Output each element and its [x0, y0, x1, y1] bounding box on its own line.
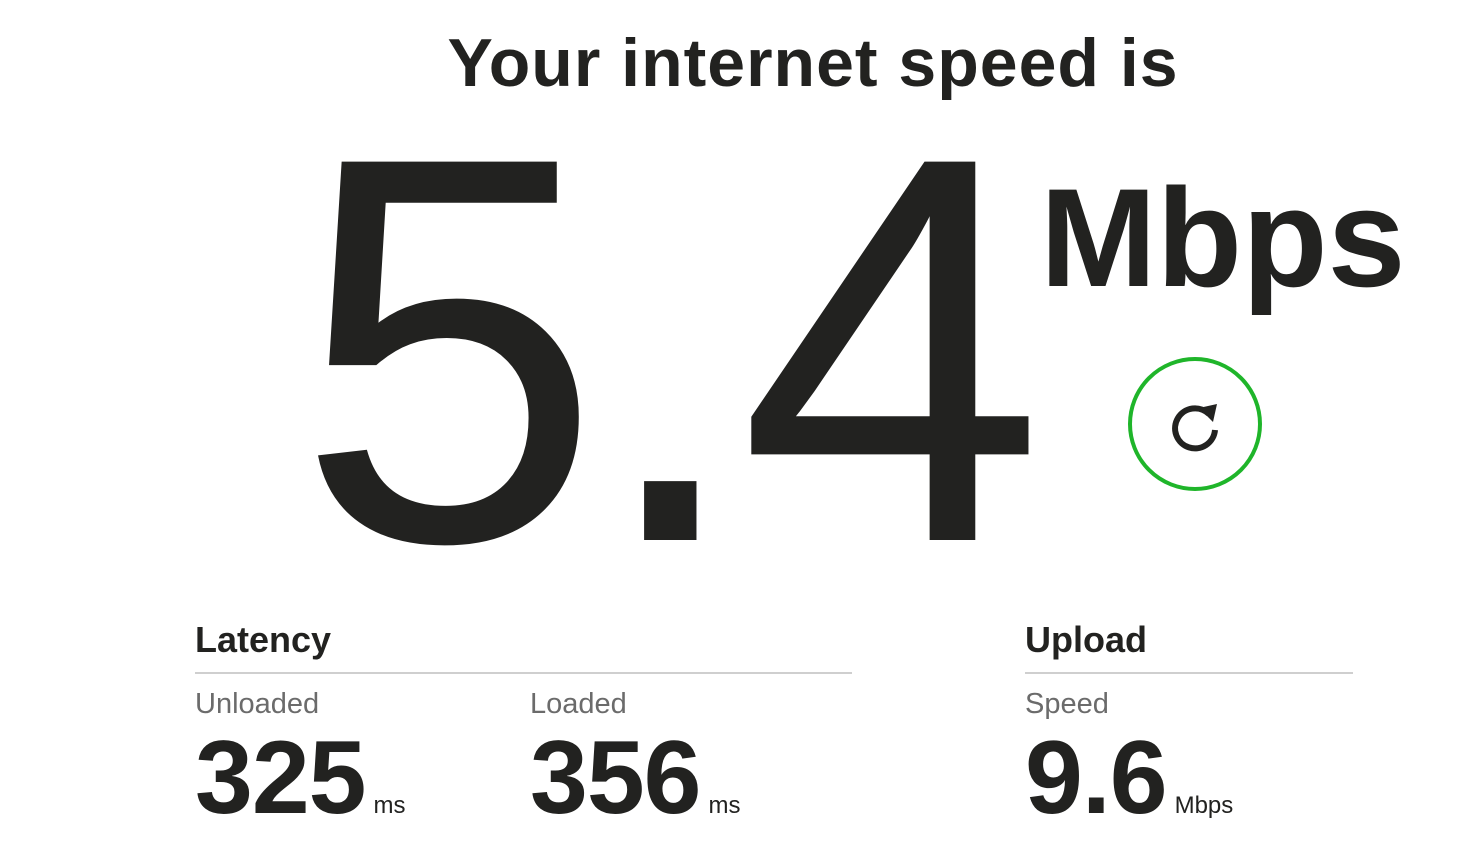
upload-title: Upload	[1025, 619, 1147, 660]
latency-title: Latency	[195, 619, 332, 660]
latency-divider	[195, 672, 852, 674]
upload-speed-unit: Mbps	[1174, 792, 1234, 819]
latency-loaded: Loaded 356 ms	[530, 686, 741, 830]
loaded-unit: ms	[708, 792, 741, 819]
unloaded-label: Unloaded	[195, 688, 320, 720]
latency-unloaded: Unloaded 325 ms	[195, 686, 406, 830]
latency-section: Latency Unloaded 325 ms Loaded 356 ms	[195, 618, 852, 830]
loaded-value: 356	[530, 720, 702, 836]
upload-section: Upload Speed 9.6 Mbps	[1025, 618, 1353, 830]
download-speed-value: 5.4	[296, 42, 1045, 657]
upload-speed: Speed 9.6 Mbps	[1025, 686, 1233, 830]
unloaded-unit: ms	[373, 792, 406, 819]
loaded-label: Loaded	[530, 688, 627, 720]
upload-divider	[1025, 672, 1353, 674]
unloaded-value: 325	[195, 720, 367, 836]
refresh-button[interactable]	[1128, 357, 1262, 491]
upload-speed-label: Speed	[1025, 688, 1109, 720]
refresh-icon	[1163, 392, 1227, 456]
download-speed-units: Mbps	[1040, 159, 1406, 316]
upload-speed-value: 9.6	[1025, 720, 1168, 836]
